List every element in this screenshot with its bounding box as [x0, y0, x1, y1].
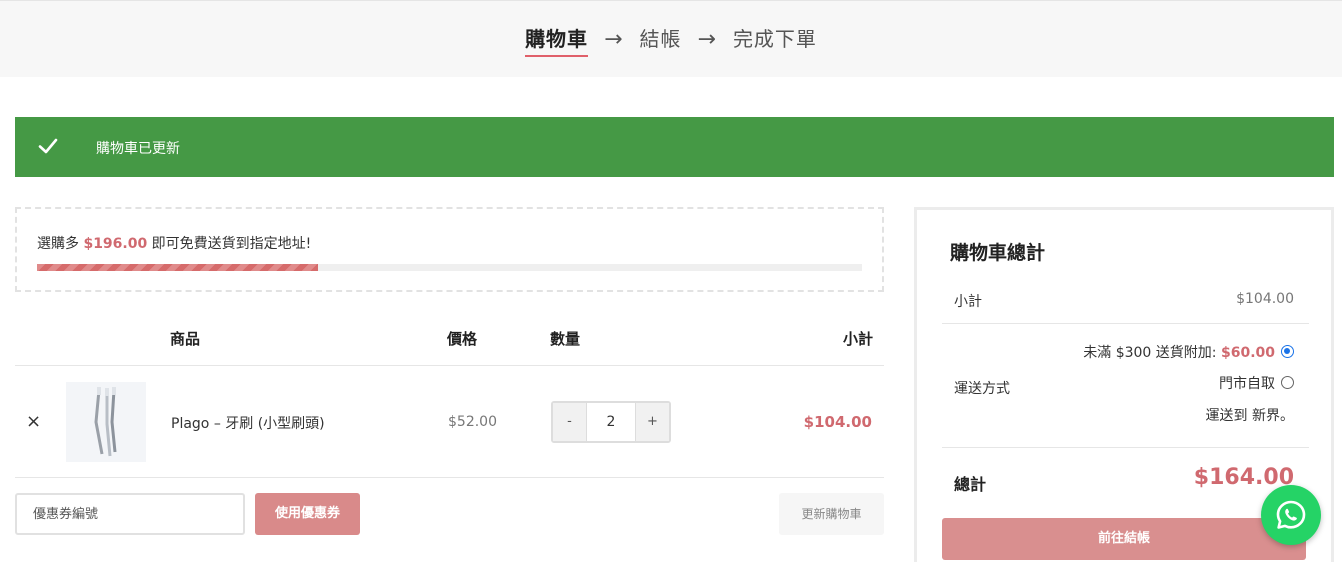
whatsapp-chat-button[interactable]: [1261, 485, 1321, 545]
coupon-code-input[interactable]: [15, 493, 245, 535]
totals-divider: [942, 323, 1309, 324]
shipping-option-delivery[interactable]: 未滿 $300 送貨附加: $60.00: [1083, 342, 1294, 362]
cart-updated-notice: 購物車已更新: [15, 117, 1334, 177]
radio-unselected-icon[interactable]: [1281, 376, 1294, 389]
shipping-destination: 運送到 新界。: [1205, 408, 1294, 424]
remove-item-button[interactable]: ×: [26, 411, 41, 432]
checkout-steps: 購物車 → 結帳 → 完成下單: [0, 0, 1342, 77]
table-divider: [15, 477, 884, 478]
header-quantity: 數量: [550, 330, 581, 348]
quantity-input[interactable]: 2: [586, 403, 636, 441]
table-divider: [15, 365, 884, 366]
product-name[interactable]: Plago – 牙刷 (小型刷頭): [171, 413, 325, 433]
free-shipping-box: 選購多 $196.00 即可免費送貨到指定地址!: [15, 207, 884, 292]
step-arrow: →: [604, 27, 624, 52]
product-thumbnail[interactable]: [66, 382, 146, 462]
step-cart[interactable]: 購物車: [525, 23, 589, 57]
subtotal-label: 小計: [954, 294, 982, 310]
step-arrow: →: [697, 27, 717, 52]
free-shipping-prefix: 選購多: [37, 236, 84, 252]
notice-message: 購物車已更新: [96, 141, 180, 157]
header-subtotal: 小計: [842, 330, 873, 348]
total-label: 總計: [954, 475, 987, 494]
shipping-option-fee: $60.00: [1220, 345, 1275, 361]
quantity-stepper: - 2 +: [551, 401, 671, 443]
radio-selected-icon[interactable]: [1281, 345, 1294, 358]
header-product: 商品: [170, 330, 201, 348]
product-subtotal: $104.00: [803, 413, 872, 431]
quantity-decrease-button[interactable]: -: [553, 403, 586, 441]
toothbrush-image: [94, 387, 117, 457]
shipping-label: 運送方式: [954, 381, 1010, 397]
quantity-increase-button[interactable]: +: [636, 403, 669, 441]
shipping-option-pickup[interactable]: 門市自取: [1219, 373, 1294, 393]
free-shipping-progress-fill: [37, 264, 318, 271]
totals-divider: [942, 447, 1309, 448]
apply-coupon-button[interactable]: 使用優惠券: [255, 493, 360, 535]
shipping-option-label: 門市自取: [1219, 376, 1275, 392]
header-price: 價格: [447, 330, 478, 348]
whatsapp-icon: [1276, 500, 1306, 529]
free-shipping-text: 選購多 $196.00 即可免費送貨到指定地址!: [37, 233, 311, 253]
shipping-option-label: 未滿 $300 送貨附加:: [1083, 345, 1221, 361]
proceed-to-checkout-button[interactable]: 前往結帳: [942, 518, 1306, 560]
update-cart-button[interactable]: 更新購物車: [779, 493, 884, 535]
check-icon: [38, 138, 58, 154]
product-price: $52.00: [448, 414, 497, 430]
step-complete: 完成下單: [732, 27, 817, 51]
cart-totals-title: 購物車總計: [950, 242, 1046, 264]
subtotal-value: $104.00: [1236, 291, 1294, 307]
free-shipping-suffix: 即可免費送貨到指定地址!: [147, 236, 312, 252]
free-shipping-progress-bar: [37, 264, 862, 271]
step-checkout[interactable]: 結帳: [640, 23, 682, 55]
free-shipping-amount: $196.00: [83, 236, 148, 252]
